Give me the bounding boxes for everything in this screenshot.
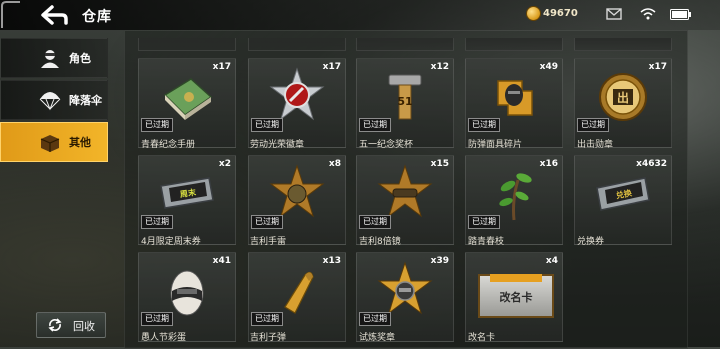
expired-badge: 已过期 — [141, 118, 173, 132]
item-name: 兑换券 — [577, 237, 605, 247]
expired-badge: 已过期 — [468, 118, 500, 132]
item-name: 青春纪念手册 — [141, 140, 196, 150]
partial-item-cell — [138, 38, 236, 51]
voucher-icon: 兑换 — [596, 177, 650, 211]
sidebar-item-label: 其他 — [69, 136, 91, 149]
inventory-item[interactable]: x8 已过期 — [248, 155, 346, 245]
inventory-item[interactable]: x13 已过期 — [248, 252, 346, 342]
wifi-icon — [640, 8, 656, 20]
partial-item-cell — [465, 38, 563, 51]
item-name: 试炼奖章 — [359, 333, 396, 343]
expired-badge: 已过期 — [359, 118, 391, 132]
corner-ornament-icon — [1, 1, 20, 28]
rename-card-icon: 改名卡 — [478, 274, 554, 318]
recycle-button[interactable]: 回收 — [36, 312, 106, 338]
currency-value: 49670 — [543, 8, 578, 19]
card-text: 改名卡 — [499, 291, 533, 304]
svg-text:51: 51 — [397, 95, 412, 108]
partial-item-cell — [356, 38, 454, 51]
inventory-item[interactable]: x12 51 已过期 — [356, 58, 454, 148]
item-quantity: x4 — [545, 256, 558, 266]
sidebar-item-character[interactable]: 角色 — [0, 38, 108, 78]
item-quantity: x8 — [328, 159, 341, 169]
top-bar: 仓库 49670 — [0, 0, 720, 30]
crate-icon — [40, 135, 60, 152]
category-sidebar: 角色 降落伞 其他 — [0, 38, 108, 164]
partial-item-cell — [574, 38, 672, 51]
recycle-icon — [48, 318, 62, 332]
recycle-label: 回收 — [73, 320, 95, 333]
inventory-item[interactable]: x15 已过期 — [356, 155, 454, 245]
inventory-item[interactable]: x17 出 已过期 — [574, 58, 672, 148]
item-quantity: x2 — [218, 159, 231, 169]
item-name: 改名卡 — [468, 333, 496, 343]
expired-badge: 已过期 — [359, 312, 391, 326]
sidebar-item-label: 降落伞 — [69, 94, 102, 107]
character-icon — [41, 50, 59, 68]
inventory-item[interactable]: x2 周末 已过期 — [138, 155, 236, 245]
item-name: 防弹面具碎片 — [468, 140, 523, 150]
expired-badge: 已过期 — [359, 215, 391, 229]
partial-item-cell — [248, 38, 346, 51]
card-ribbon — [490, 274, 542, 282]
expired-badge: 已过期 — [251, 118, 283, 132]
page-title: 仓库 — [82, 9, 112, 25]
sidebar-item-parachute[interactable]: 降落伞 — [0, 80, 108, 120]
item-name: 4月限定周末券 — [141, 237, 201, 247]
item-name: 踏青春枝 — [468, 237, 505, 247]
battery-icon — [670, 9, 691, 20]
mail-icon[interactable] — [606, 8, 622, 20]
inventory-item[interactable]: x17 已过期 — [248, 58, 346, 148]
inventory-item[interactable]: x4 改名卡 — [465, 252, 563, 342]
expired-badge: 已过期 — [251, 312, 283, 326]
expired-badge: 已过期 — [141, 312, 173, 326]
expired-badge: 已过期 — [468, 215, 500, 229]
inventory-item[interactable]: x41 已过期 — [138, 252, 236, 342]
item-name: 吉利手雷 — [250, 237, 287, 247]
currency-display: 49670 — [527, 7, 578, 20]
back-arrow-icon[interactable] — [38, 4, 70, 26]
parachute-icon — [39, 92, 61, 111]
item-name: 吉利子弹 — [250, 333, 287, 343]
expired-badge: 已过期 — [577, 118, 609, 132]
coin-icon — [527, 7, 540, 20]
expired-badge: 已过期 — [251, 215, 283, 229]
inventory-item[interactable]: x17 已过期 — [138, 58, 236, 148]
inventory-item[interactable]: x4632 兑换 — [574, 155, 672, 245]
expired-badge: 已过期 — [141, 215, 173, 229]
item-name: 出击勋章 — [577, 140, 614, 150]
inventory-item[interactable]: x16 已过期 — [465, 155, 563, 245]
item-name: 吉利8倍镜 — [359, 237, 401, 247]
item-name: 劳动光荣徽章 — [250, 140, 305, 150]
sidebar-item-label: 角色 — [69, 52, 91, 65]
item-name: 五一纪念奖杯 — [359, 140, 414, 150]
inventory-item[interactable]: x49 已过期 — [465, 58, 563, 148]
sidebar-item-other[interactable]: 其他 — [0, 122, 108, 162]
inventory-item[interactable]: x39 已过期 — [356, 252, 454, 342]
svg-text:出: 出 — [617, 90, 629, 105]
item-name: 愚人节彩蛋 — [141, 333, 187, 343]
